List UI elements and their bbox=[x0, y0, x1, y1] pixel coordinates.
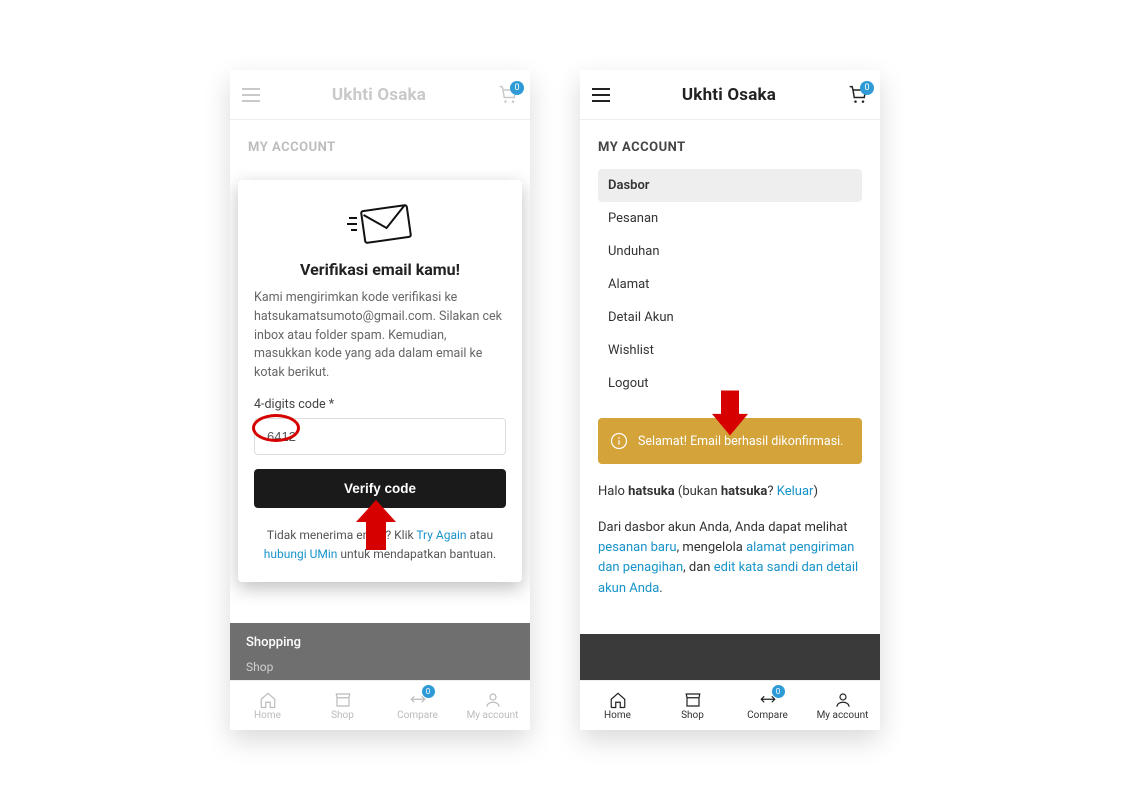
envelope-icon bbox=[254, 202, 506, 246]
nav-account[interactable]: My account bbox=[805, 681, 880, 730]
welcome-text: Halo hatsuka (bukan hatsuka? Keluar) Dar… bbox=[580, 482, 880, 599]
menu-item-unduhan[interactable]: Unduhan bbox=[598, 235, 862, 268]
menu-item-dasbor[interactable]: Dasbor bbox=[598, 169, 862, 202]
contact-link[interactable]: hubungi UMin bbox=[264, 547, 338, 561]
dashboard-menu: Dasbor Pesanan Unduhan Alamat Detail Aku… bbox=[580, 169, 880, 400]
compare-badge: 0 bbox=[772, 685, 785, 698]
brand-title: Ukhti Osaka bbox=[682, 85, 776, 105]
menu-item-alamat[interactable]: Alamat bbox=[598, 268, 862, 301]
brand-title: Ukhti Osaka bbox=[332, 85, 426, 105]
nav-account[interactable]: My account bbox=[455, 681, 530, 730]
page: MY ACCOUNT Shopping Shop Verifikasi emai… bbox=[230, 120, 530, 730]
nav-shop[interactable]: Shop bbox=[305, 681, 380, 730]
verify-modal: Verifikasi email kamu! Kami mengirimkan … bbox=[238, 180, 522, 582]
page: MY ACCOUNT Dasbor Pesanan Unduhan Alamat… bbox=[580, 120, 880, 730]
menu-icon[interactable] bbox=[242, 88, 260, 102]
footer-heading: Shopping bbox=[246, 635, 514, 650]
screenshot-dashboard: Ukhti Osaka 0 MY ACCOUNT Dasbor Pesanan … bbox=[580, 70, 880, 730]
page-title: MY ACCOUNT bbox=[230, 120, 530, 169]
menu-item-wishlist[interactable]: Wishlist bbox=[598, 334, 862, 367]
orders-link[interactable]: pesanan baru bbox=[598, 540, 677, 555]
footer-link-shop[interactable]: Shop bbox=[246, 660, 514, 674]
nav-home[interactable]: Home bbox=[230, 681, 305, 730]
page-title: MY ACCOUNT bbox=[580, 120, 880, 169]
nav-compare[interactable]: 0 Compare bbox=[730, 681, 805, 730]
cart-icon[interactable]: 0 bbox=[498, 85, 518, 105]
header: Ukhti Osaka 0 bbox=[580, 70, 880, 120]
bottom-nav: Home Shop 0 Compare My account bbox=[230, 680, 530, 730]
bottom-nav: Home Shop 0 Compare My account bbox=[580, 680, 880, 730]
cart-badge: 0 bbox=[510, 81, 524, 95]
code-label: 4-digits code * bbox=[254, 397, 506, 412]
screenshot-verify: Ukhti Osaka 0 MY ACCOUNT Shopping Shop V… bbox=[230, 70, 530, 730]
header: Ukhti Osaka 0 bbox=[230, 70, 530, 120]
nav-compare[interactable]: 0 Compare bbox=[380, 681, 455, 730]
modal-body: Kami mengirimkan kode verifikasi ke hats… bbox=[254, 289, 506, 383]
try-again-link[interactable]: Try Again bbox=[416, 528, 466, 542]
menu-item-detail-akun[interactable]: Detail Akun bbox=[598, 301, 862, 334]
success-alert: Selamat! Email berhasil dikonfirmasi. bbox=[598, 418, 862, 464]
cart-icon[interactable]: 0 bbox=[848, 85, 868, 105]
menu-item-pesanan[interactable]: Pesanan bbox=[598, 202, 862, 235]
menu-item-logout[interactable]: Logout bbox=[598, 367, 862, 400]
footer-bar bbox=[580, 634, 880, 680]
logout-link[interactable]: Keluar bbox=[777, 484, 814, 499]
info-icon bbox=[610, 432, 628, 450]
menu-icon[interactable] bbox=[592, 88, 610, 102]
code-input[interactable] bbox=[254, 418, 506, 455]
cart-badge: 0 bbox=[860, 81, 874, 95]
compare-badge: 0 bbox=[422, 685, 435, 698]
modal-footer: Tidak menerima email? Klik Try Again ata… bbox=[254, 526, 506, 564]
verify-button[interactable]: Verify code bbox=[254, 469, 506, 508]
nav-home[interactable]: Home bbox=[580, 681, 655, 730]
modal-heading: Verifikasi email kamu! bbox=[254, 260, 506, 279]
nav-shop[interactable]: Shop bbox=[655, 681, 730, 730]
alert-text: Selamat! Email berhasil dikonfirmasi. bbox=[638, 434, 843, 449]
footer-shopping: Shopping Shop bbox=[230, 623, 530, 680]
